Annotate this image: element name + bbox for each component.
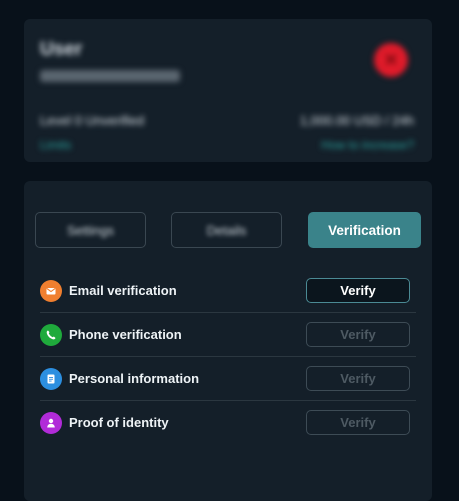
list-item: Phone verification Verify <box>40 313 416 357</box>
document-icon <box>40 368 62 390</box>
item-label: Email verification <box>69 283 177 298</box>
account-level: Level 0 Unverified <box>40 113 145 128</box>
verify-phone-button[interactable]: Verify <box>306 322 410 347</box>
account-limit: 1,000.00 USD / 24h <box>299 113 414 128</box>
verify-email-button[interactable]: Verify <box>306 278 410 303</box>
user-title: User <box>40 39 83 60</box>
list-item: Proof of identity Verify <box>40 401 416 445</box>
tab-bar: Settings Details Verification <box>35 212 421 250</box>
verification-card: Settings Details Verification Email veri… <box>24 181 432 501</box>
phone-icon <box>40 324 62 346</box>
close-icon[interactable]: ✕ <box>374 43 408 77</box>
verify-personal-info-button[interactable]: Verify <box>306 366 410 391</box>
list-item: Personal information Verify <box>40 357 416 401</box>
item-label: Personal information <box>69 371 200 386</box>
tab-verification-label: Verification <box>328 222 401 238</box>
tab-verification[interactable]: Verification <box>308 212 421 248</box>
verify-identity-button[interactable]: Verify <box>306 410 410 435</box>
limits-link[interactable]: Limits <box>40 138 71 152</box>
item-label: Proof of identity <box>69 415 169 430</box>
user-email-redacted <box>40 70 180 82</box>
list-item: Email verification Verify <box>40 269 416 313</box>
profile-card: User ✕ Level 0 Unverified 1,000.00 USD /… <box>24 19 432 162</box>
tab-details-label: Details <box>206 222 247 238</box>
tab-settings[interactable]: Settings <box>35 212 146 248</box>
envelope-icon <box>40 280 62 302</box>
increase-limit-link[interactable]: How to increase? <box>321 138 414 152</box>
verification-list: Email verification Verify Phone verifica… <box>40 269 416 445</box>
tab-settings-label: Settings <box>67 222 114 238</box>
item-label: Phone verification <box>69 327 182 342</box>
person-icon <box>40 412 62 434</box>
tab-details[interactable]: Details <box>171 212 282 248</box>
